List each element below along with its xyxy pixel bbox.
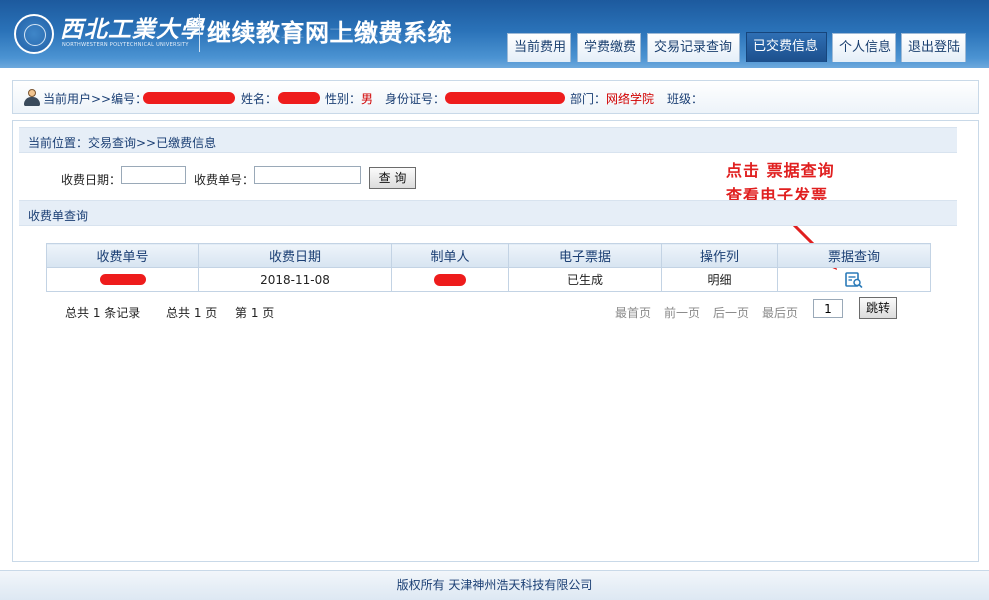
page-number-input[interactable] bbox=[813, 299, 843, 318]
gender-label: 性别： bbox=[325, 92, 362, 106]
nav-tuition-payment[interactable]: 学费缴费 bbox=[577, 33, 641, 62]
id-number-label: 身份证号： bbox=[385, 92, 446, 106]
last-page-link[interactable]: 最后页 bbox=[762, 304, 798, 321]
nav-paid-info[interactable]: 已交费信息 bbox=[746, 32, 827, 62]
cell-date: 2018-11-08 bbox=[198, 267, 392, 292]
nav-personal-info[interactable]: 个人信息 bbox=[832, 33, 896, 62]
receipt-table: 收费单号 收费日期 制单人 电子票据 操作列 票据查询 2018-11-08 已 bbox=[46, 243, 931, 292]
col-e-invoice: 电子票据 bbox=[508, 243, 662, 268]
nav-logout[interactable]: 退出登陆 bbox=[901, 33, 966, 62]
name-label: 姓名： bbox=[241, 92, 278, 106]
current-user-label: 当前用户>>编号： bbox=[43, 92, 148, 106]
logo-divider bbox=[199, 14, 200, 52]
redacted-operator bbox=[434, 274, 466, 286]
department-value: 网络学院 bbox=[606, 92, 655, 106]
university-name: 西北工業大學 bbox=[60, 16, 204, 43]
section-title: 收费单查询 bbox=[28, 209, 89, 223]
nav-transaction-records[interactable]: 交易记录查询 bbox=[647, 33, 740, 62]
total-records: 总共 1 条记录 bbox=[65, 306, 141, 320]
footer: 版权所有 天津神州浩天科技有限公司 bbox=[0, 570, 989, 600]
university-seal-icon bbox=[14, 14, 54, 54]
date-label: 收费日期： bbox=[61, 173, 122, 187]
col-action: 操作列 bbox=[661, 243, 778, 268]
gender-value: 男 bbox=[361, 92, 374, 106]
redacted-id-number bbox=[445, 92, 565, 104]
table-header-row: 收费单号 收费日期 制单人 电子票据 操作列 票据查询 bbox=[46, 243, 931, 268]
total-pages: 总共 1 页 bbox=[166, 306, 218, 320]
detail-link[interactable]: 明细 bbox=[661, 267, 778, 292]
breadcrumb: 当前位置：交易查询>>已缴费信息 bbox=[28, 136, 217, 150]
receipt-no-label: 收费单号： bbox=[194, 173, 255, 187]
user-avatar-icon bbox=[23, 88, 41, 106]
col-receipt-no: 收费单号 bbox=[46, 243, 199, 268]
annotation-line-1: 点击 票据查询 bbox=[726, 161, 835, 180]
breadcrumb-bar: 当前位置：交易查询>>已缴费信息 bbox=[19, 127, 957, 153]
redacted-name bbox=[278, 92, 320, 104]
receipt-no-input[interactable] bbox=[254, 166, 361, 184]
nav-current-fees[interactable]: 当前费用 bbox=[507, 33, 571, 62]
jump-button[interactable]: 跳转 bbox=[859, 297, 897, 319]
cell-operator bbox=[391, 267, 509, 292]
department-label: 部门： bbox=[570, 92, 607, 106]
invoice-search-icon[interactable] bbox=[845, 271, 863, 288]
table-row: 2018-11-08 已生成 明细 bbox=[46, 267, 931, 292]
cell-receipt-no bbox=[46, 267, 199, 292]
user-info-bar: 当前用户>>编号： 姓名： 性别： 男 身份证号： 部门： 网络学院 班级： bbox=[12, 80, 979, 114]
class-label: 班级： bbox=[667, 92, 704, 106]
col-invoice-query: 票据查询 bbox=[777, 243, 931, 268]
prev-page-link[interactable]: 前一页 bbox=[664, 304, 700, 321]
redacted-user-id bbox=[143, 92, 235, 104]
next-page-link[interactable]: 后一页 bbox=[713, 304, 749, 321]
col-date: 收费日期 bbox=[198, 243, 392, 268]
redacted-receipt-no bbox=[100, 274, 146, 285]
main-panel: 当前位置：交易查询>>已缴费信息 收费日期： 收费单号： 查 询 点击 票据查询… bbox=[12, 120, 979, 562]
search-button[interactable]: 查 询 bbox=[369, 167, 416, 189]
col-operator: 制单人 bbox=[391, 243, 509, 268]
current-page: 第 1 页 bbox=[235, 306, 275, 320]
cell-e-invoice-status: 已生成 bbox=[508, 267, 662, 292]
header: 西北工業大學 NORTHWESTERN POLYTECHNICAL UNIVER… bbox=[0, 0, 989, 68]
date-input[interactable] bbox=[121, 166, 186, 184]
first-page-link[interactable]: 最首页 bbox=[615, 304, 651, 321]
section-title-bar: 收费单查询 bbox=[19, 200, 957, 226]
cell-invoice-query bbox=[777, 267, 931, 292]
university-english-name: NORTHWESTERN POLYTECHNICAL UNIVERSITY bbox=[62, 42, 189, 48]
system-title-reflection: 继续教育网上缴费系统 bbox=[207, 26, 452, 40]
